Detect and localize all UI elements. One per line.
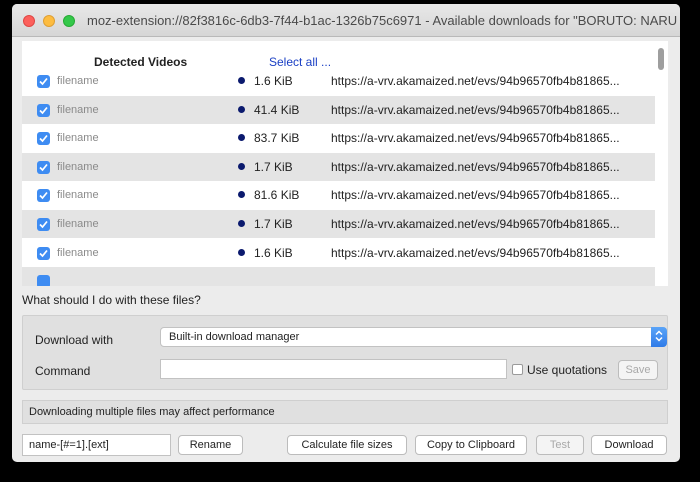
save-button[interactable]: Save bbox=[618, 360, 658, 380]
row-checkbox[interactable] bbox=[37, 189, 50, 203]
list-item[interactable]: filename 1.7 KiB https://a-vrv.akamaized.n… bbox=[22, 210, 655, 238]
copy-to-clipboard-button[interactable]: Copy to Clipboard bbox=[415, 435, 527, 455]
download-button[interactable]: Download bbox=[591, 435, 667, 455]
updown-chevron-icon[interactable] bbox=[651, 327, 667, 347]
download-with-select[interactable]: Built-in download manager bbox=[160, 327, 667, 347]
download-with-value: Built-in download manager bbox=[169, 331, 300, 343]
calculate-file-sizes-button[interactable]: Calculate file sizes bbox=[287, 435, 407, 455]
row-url: https://a-vrv.akamaized.net/evs/94b96570… bbox=[331, 74, 620, 88]
list-item[interactable]: filename 41.4 KiB https://a-vrv.akamaized.… bbox=[22, 95, 655, 124]
row-filename: filename bbox=[57, 189, 99, 202]
question-text: What should I do with these files? bbox=[22, 293, 201, 307]
row-size: 1.6 KiB bbox=[254, 245, 293, 260]
rename-pattern-value: name-[#=1].[ext] bbox=[29, 439, 109, 451]
extension-window: moz-extension://82f3816c-6db3-7f44-b1ac-… bbox=[12, 4, 680, 462]
row-checkbox[interactable] bbox=[37, 132, 50, 146]
row-checkbox[interactable] bbox=[37, 218, 50, 231]
command-label: Command bbox=[35, 364, 91, 378]
row-filename: filename bbox=[57, 103, 99, 116]
test-button[interactable]: Test bbox=[536, 435, 584, 455]
row-url: https://a-vrv.akamaized.net/evs/94b96570… bbox=[331, 245, 620, 260]
performance-warning: Downloading multiple files may affect pe… bbox=[22, 400, 668, 424]
status-dot-icon bbox=[238, 220, 245, 227]
scrollbar-thumb[interactable] bbox=[658, 48, 664, 70]
status-dot-icon bbox=[238, 134, 245, 142]
row-checkbox[interactable] bbox=[37, 246, 50, 260]
checkmark-icon bbox=[39, 249, 48, 257]
row-filename: filename bbox=[57, 246, 99, 259]
use-quotations-label: Use quotations bbox=[527, 363, 608, 377]
download-with-label: Download with bbox=[35, 333, 114, 347]
maximize-window-icon[interactable] bbox=[63, 15, 75, 27]
row-size: 1.7 KiB bbox=[254, 217, 293, 231]
checkmark-icon bbox=[39, 77, 48, 86]
status-dot-icon bbox=[238, 105, 245, 113]
row-url: https://a-vrv.akamaized.net/evs/94b96570… bbox=[331, 159, 620, 174]
minimize-window-icon[interactable] bbox=[43, 15, 55, 27]
row-url: https://a-vrv.akamaized.net/evs/94b96570… bbox=[331, 188, 620, 203]
list-item[interactable]: filename 1.6 KiB https://a-vrv.akamaized.n… bbox=[22, 239, 655, 267]
list-item[interactable]: filename 83.7 KiB https://a-vrv.akamaized.… bbox=[22, 124, 655, 152]
options-group: Download with Built-in download manager … bbox=[22, 315, 668, 390]
row-size: 41.4 KiB bbox=[254, 102, 300, 117]
status-dot-icon bbox=[238, 248, 245, 256]
row-filename: filename bbox=[57, 218, 99, 230]
row-filename: filename bbox=[57, 160, 99, 173]
checkmark-icon bbox=[39, 163, 48, 172]
status-dot-icon bbox=[238, 162, 245, 170]
list-item-partial[interactable] bbox=[22, 267, 655, 286]
title-bar: moz-extension://82f3816c-6db3-7f44-b1ac-… bbox=[12, 4, 680, 37]
row-checkbox[interactable] bbox=[37, 75, 50, 88]
status-dot-icon bbox=[238, 191, 245, 199]
row-url: https://a-vrv.akamaized.net/evs/94b96570… bbox=[331, 102, 620, 117]
checkmark-icon bbox=[39, 220, 48, 229]
row-checkbox[interactable] bbox=[37, 160, 50, 174]
close-window-icon[interactable] bbox=[23, 15, 35, 27]
rename-pattern-input[interactable]: name-[#=1].[ext] bbox=[22, 434, 171, 456]
command-input[interactable] bbox=[160, 359, 507, 379]
use-quotations-checkbox[interactable] bbox=[512, 364, 523, 375]
list-item[interactable]: filename 1.6 KiB https://a-vrv.akamaized.n… bbox=[22, 67, 655, 95]
checkmark-icon bbox=[39, 106, 48, 114]
list-item[interactable]: filename 1.7 KiB https://a-vrv.akamaized.n… bbox=[22, 152, 655, 181]
row-checkbox[interactable] bbox=[37, 275, 50, 286]
row-url: https://a-vrv.akamaized.net/evs/94b96570… bbox=[331, 131, 620, 146]
status-dot-icon bbox=[238, 77, 245, 84]
row-checkbox[interactable] bbox=[37, 103, 50, 117]
rename-button[interactable]: Rename bbox=[178, 435, 243, 455]
row-filename: filename bbox=[57, 132, 99, 145]
row-filename: filename bbox=[57, 75, 99, 87]
list-scrollbar[interactable] bbox=[654, 44, 668, 284]
checkmark-icon bbox=[39, 135, 48, 143]
row-url: https://a-vrv.akamaized.net/evs/94b96570… bbox=[331, 217, 620, 231]
checkmark-icon bbox=[39, 192, 48, 200]
window-title: moz-extension://82f3816c-6db3-7f44-b1ac-… bbox=[87, 13, 677, 28]
row-size: 1.7 KiB bbox=[254, 159, 293, 174]
row-size: 1.6 KiB bbox=[254, 74, 293, 88]
warning-text: Downloading multiple files may affect pe… bbox=[29, 406, 275, 418]
row-size: 83.7 KiB bbox=[254, 131, 300, 146]
video-list: Detected Videos Select all ... filename 1… bbox=[22, 41, 668, 286]
row-size: 81.6 KiB bbox=[254, 188, 300, 203]
list-item[interactable]: filename 81.6 KiB https://a-vrv.akamaized.… bbox=[22, 181, 655, 209]
